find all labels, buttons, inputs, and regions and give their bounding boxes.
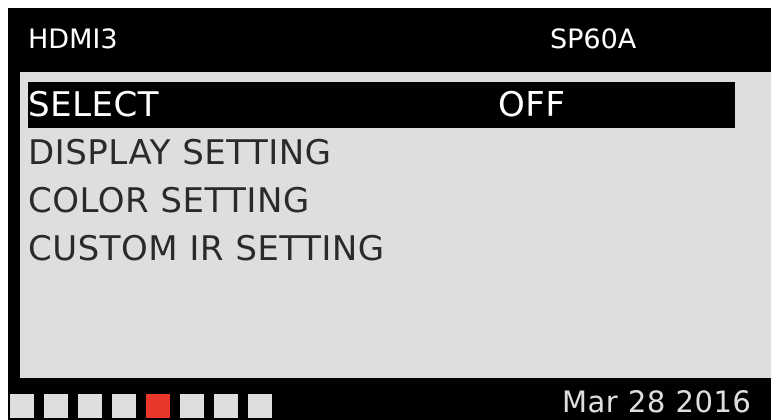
page-indicator bbox=[112, 394, 136, 418]
model-label: SP60A bbox=[550, 24, 637, 55]
page-indicator bbox=[248, 394, 272, 418]
menu-panel: SELECT OFF DISPLAY SETTING COLOR SETTING… bbox=[20, 72, 771, 378]
menu-item-label: COLOR SETTING bbox=[28, 181, 310, 221]
menu-item-select[interactable]: SELECT OFF bbox=[28, 82, 735, 128]
osd-header: HDMI3 SP60A bbox=[8, 8, 771, 71]
date-label: Mar 28 2016 bbox=[562, 385, 752, 419]
input-source-label: HDMI3 bbox=[28, 24, 118, 55]
page-indicator-active bbox=[146, 394, 170, 418]
page-indicator bbox=[180, 394, 204, 418]
page-indicator bbox=[44, 394, 68, 418]
osd-screen: HDMI3 SP60A SELECT OFF DISPLAY SETTING C… bbox=[8, 8, 771, 420]
menu-item-label: CUSTOM IR SETTING bbox=[28, 229, 385, 269]
osd-footer: Mar 28 2016 bbox=[8, 378, 771, 420]
page-indicator bbox=[214, 394, 238, 418]
menu-item-label: DISPLAY SETTING bbox=[28, 133, 332, 173]
menu-item-label: SELECT bbox=[28, 85, 159, 125]
page-indicator bbox=[10, 394, 34, 418]
menu-item-value: OFF bbox=[498, 85, 566, 125]
page-indicator bbox=[78, 394, 102, 418]
